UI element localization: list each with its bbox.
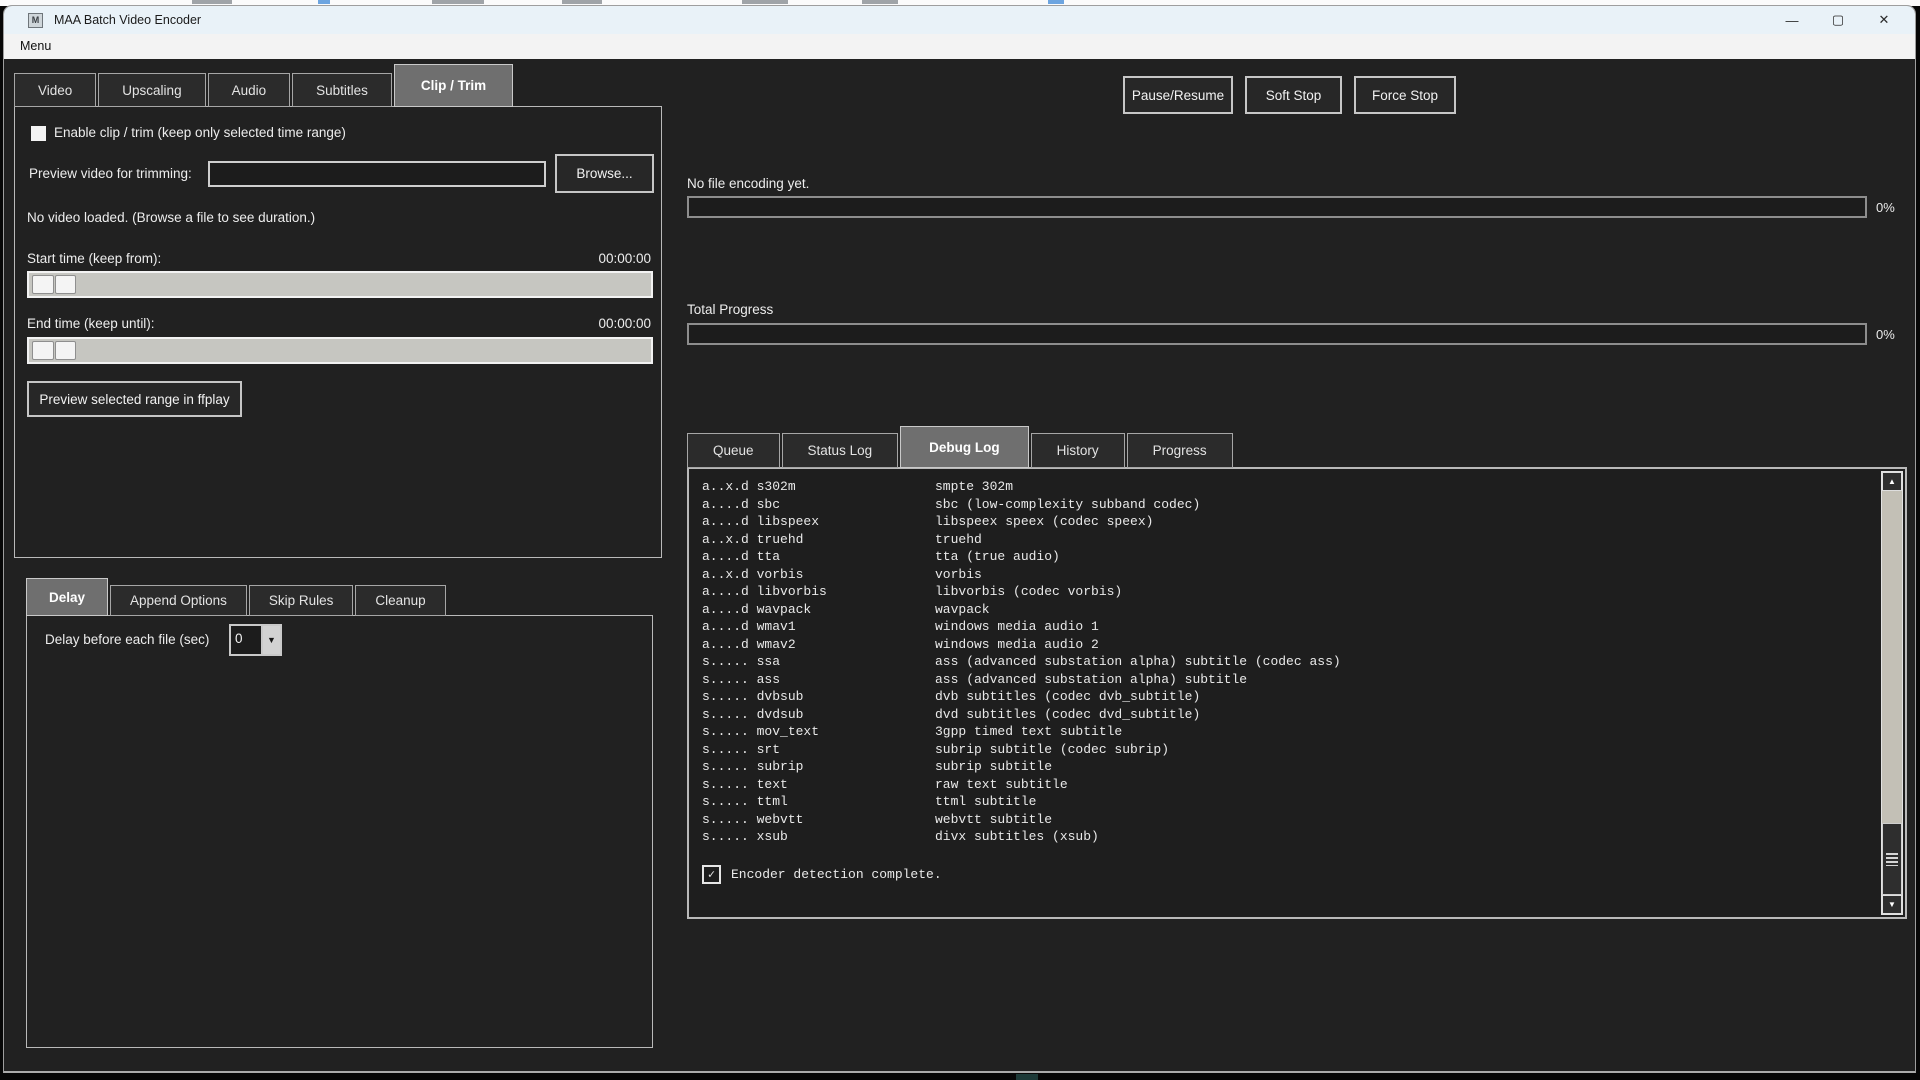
- scroll-down-icon[interactable]: ▼: [1882, 895, 1902, 914]
- end-time-slider[interactable]: [27, 337, 653, 364]
- dropdown-arrow-icon[interactable]: ▼: [263, 626, 280, 654]
- pause-resume-button[interactable]: Pause/Resume: [1123, 76, 1233, 114]
- maximize-button[interactable]: ▢: [1815, 6, 1861, 34]
- app-icon: M: [28, 13, 43, 28]
- end-time-label: End time (keep until):: [27, 316, 155, 331]
- force-stop-button[interactable]: Force Stop: [1354, 76, 1456, 114]
- checked-checkbox-icon: ✓: [702, 865, 721, 884]
- background-fragment: [1048, 0, 1064, 4]
- log-line: a....d sbcsbc (low-complexity subband co…: [702, 496, 1871, 514]
- menubar: Menu: [4, 34, 1915, 59]
- clip-trim-panel: Enable clip / trim (keep only selected t…: [14, 106, 662, 558]
- tab-append-options[interactable]: Append Options: [110, 585, 247, 616]
- tab-queue[interactable]: Queue: [687, 433, 780, 468]
- start-time-value: 00:00:00: [598, 251, 651, 266]
- background-fragment: [432, 0, 484, 4]
- taskbar-peek: [1016, 1074, 1038, 1080]
- scrollbar-grip: [1886, 853, 1898, 866]
- scroll-up-icon[interactable]: ▲: [1882, 472, 1902, 491]
- log-line: s..... ttmlttml subtitle: [702, 793, 1871, 811]
- no-video-text: No video loaded. (Browse a file to see d…: [27, 210, 315, 225]
- delay-spinner[interactable]: 0 ▼: [229, 624, 282, 656]
- tab-debug-log[interactable]: Debug Log: [900, 426, 1029, 468]
- titlebar: M MAA Batch Video Encoder — ▢ ✕: [4, 6, 1915, 34]
- log-line: s..... webvttwebvtt subtitle: [702, 811, 1871, 829]
- minimize-button[interactable]: —: [1769, 6, 1815, 34]
- log-line: s..... dvdsubdvd subtitles (codec dvd_su…: [702, 706, 1871, 724]
- log-status-line: ✓ Encoder detection complete.: [702, 865, 942, 884]
- tab-progress[interactable]: Progress: [1127, 433, 1233, 468]
- log-tabbar: QueueStatus LogDebug LogHistoryProgress: [687, 426, 1233, 468]
- log-line: a....d libvorbislibvorbis (codec vorbis): [702, 583, 1871, 601]
- log-line: s..... mov_text3gpp timed text subtitle: [702, 723, 1871, 741]
- preview-video-label: Preview video for trimming:: [29, 166, 192, 181]
- encoder-tabbar: VideoUpscalingAudioSubtitlesClip / Trim: [14, 64, 513, 107]
- delay-value[interactable]: 0: [231, 626, 263, 654]
- background-fragment: [862, 0, 898, 4]
- log-line: a....d ttatta (true audio): [702, 548, 1871, 566]
- debug-log-panel: a..x.d s302msmpte 302ma....d sbcsbc (low…: [687, 467, 1907, 919]
- window-title: MAA Batch Video Encoder: [54, 6, 201, 34]
- end-slider-thumb[interactable]: [32, 341, 76, 360]
- start-slider-thumb[interactable]: [32, 275, 76, 294]
- log-line: a..x.d vorbisvorbis: [702, 566, 1871, 584]
- tab-cleanup[interactable]: Cleanup: [355, 585, 445, 616]
- background-fragment: [742, 0, 788, 4]
- current-file-percent: 0%: [1876, 200, 1895, 215]
- log-line: a....d wavpackwavpack: [702, 601, 1871, 619]
- delay-panel: Delay before each file (sec) 0 ▼: [26, 615, 653, 1048]
- total-progress-percent: 0%: [1876, 327, 1895, 342]
- soft-stop-button[interactable]: Soft Stop: [1245, 76, 1342, 114]
- desktop: M MAA Batch Video Encoder — ▢ ✕ Menu Vid…: [0, 0, 1920, 1080]
- log-line: a..x.d s302msmpte 302m: [702, 478, 1871, 496]
- log-line: a....d wmav2windows media audio 2: [702, 636, 1871, 654]
- browse-button[interactable]: Browse...: [555, 154, 654, 193]
- log-line: s..... dvbsubdvb subtitles (codec dvb_su…: [702, 688, 1871, 706]
- tab-audio[interactable]: Audio: [208, 73, 291, 107]
- tab-history[interactable]: History: [1031, 433, 1125, 468]
- log-line: s..... xsubdivx subtitles (xsub): [702, 828, 1871, 846]
- preview-range-button[interactable]: Preview selected range in ffplay: [27, 381, 242, 417]
- enable-clip-label: Enable clip / trim (keep only selected t…: [54, 125, 346, 140]
- preview-video-input[interactable]: [208, 161, 546, 187]
- menu-item[interactable]: Menu: [16, 34, 55, 59]
- scrollbar-thumb[interactable]: [1882, 823, 1902, 895]
- log-line: s..... textraw text subtitle: [702, 776, 1871, 794]
- log-scrollbar[interactable]: ▲ ▼: [1881, 471, 1903, 915]
- enable-clip-checkbox[interactable]: [31, 126, 46, 141]
- tab-subtitles[interactable]: Subtitles: [292, 73, 392, 107]
- log-line: a..x.d truehdtruehd: [702, 531, 1871, 549]
- current-file-label: No file encoding yet.: [687, 176, 809, 191]
- log-status-text: Encoder detection complete.: [731, 867, 942, 882]
- window-controls: — ▢ ✕: [1769, 6, 1907, 34]
- background-fragment: [192, 0, 232, 4]
- tab-upscaling[interactable]: Upscaling: [98, 73, 205, 107]
- start-time-label: Start time (keep from):: [27, 251, 161, 266]
- tab-skip-rules[interactable]: Skip Rules: [249, 585, 354, 616]
- log-line: s..... srtsubrip subtitle (codec subrip): [702, 741, 1871, 759]
- total-progress-label: Total Progress: [687, 302, 773, 317]
- total-progress-bar: [687, 323, 1867, 345]
- tab-video[interactable]: Video: [14, 73, 96, 107]
- tab-delay[interactable]: Delay: [26, 578, 108, 616]
- log-line: a....d wmav1windows media audio 1: [702, 618, 1871, 636]
- close-button[interactable]: ✕: [1861, 6, 1907, 34]
- delay-label: Delay before each file (sec): [45, 632, 209, 647]
- log-line: a....d libspeexlibspeex speex (codec spe…: [702, 513, 1871, 531]
- log-line: s..... subripsubrip subtitle: [702, 758, 1871, 776]
- background-fragment: [562, 0, 602, 4]
- options-tabbar: DelayAppend OptionsSkip RulesCleanup: [26, 578, 446, 616]
- tab-clip-trim[interactable]: Clip / Trim: [394, 64, 513, 107]
- scrollbar-track[interactable]: [1882, 491, 1902, 895]
- start-time-slider[interactable]: [27, 271, 653, 298]
- log-line: s..... assass (advanced substation alpha…: [702, 671, 1871, 689]
- background-fragment: [318, 0, 330, 4]
- debug-log-content: a..x.d s302msmpte 302ma....d sbcsbc (low…: [702, 478, 1871, 846]
- log-line: s..... ssaass (advanced substation alpha…: [702, 653, 1871, 671]
- tab-status-log[interactable]: Status Log: [782, 433, 899, 468]
- end-time-value: 00:00:00: [598, 316, 651, 331]
- current-file-progress-bar: [687, 196, 1867, 218]
